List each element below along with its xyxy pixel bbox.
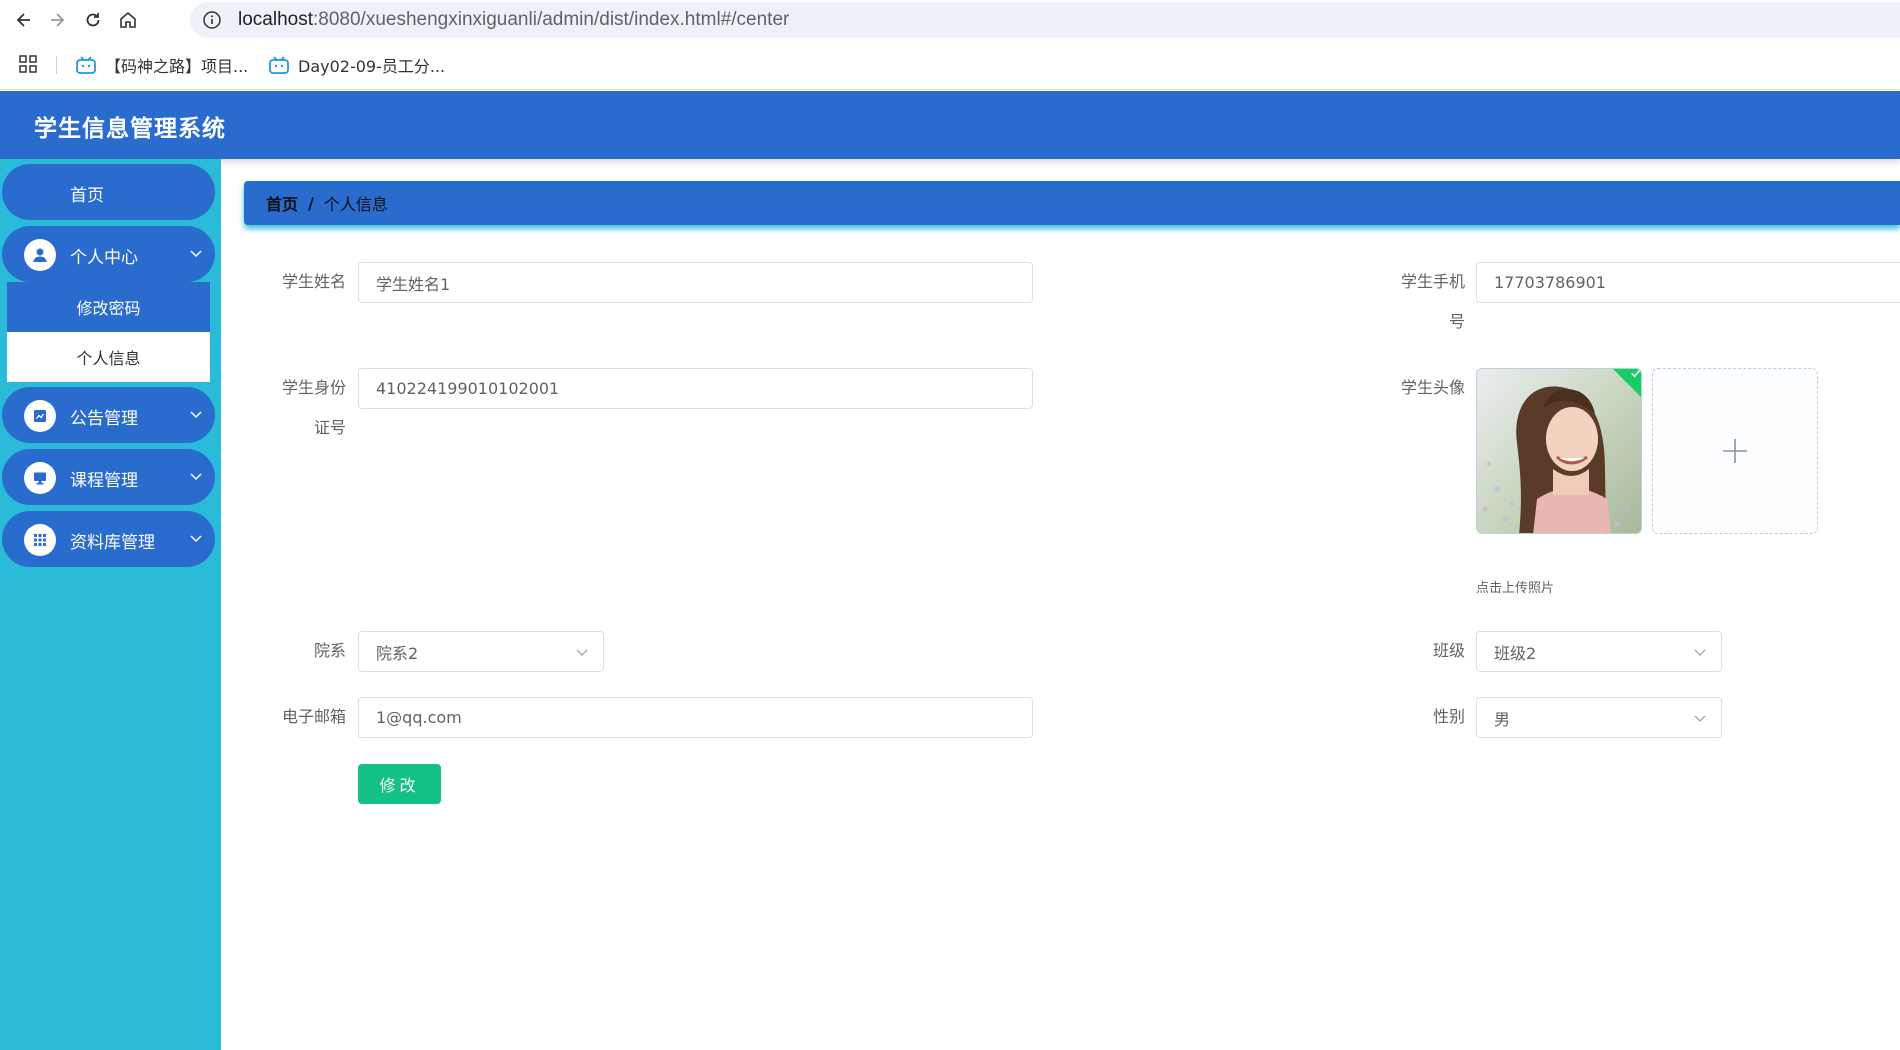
sidebar-item-announcements[interactable]: 公告管理	[2, 387, 215, 443]
department-value: 院系2	[376, 643, 419, 663]
monitor-icon	[24, 462, 56, 494]
bilibili-icon	[269, 56, 289, 74]
chart-icon	[24, 400, 56, 432]
submenu-item-change-password[interactable]: 修改密码	[7, 282, 210, 332]
address-bar[interactable]: localhost:8080/xueshengxinxiguanli/admin…	[190, 2, 1900, 38]
forward-button[interactable]	[43, 6, 71, 34]
email-value: 1@qq.com	[376, 708, 462, 727]
bookmark-label: Day02-09-员工分...	[298, 57, 446, 76]
gender-value: 男	[1494, 709, 1511, 729]
modify-button[interactable]: 修改	[358, 764, 441, 804]
chevron-down-icon	[1694, 715, 1706, 722]
id-number-input[interactable]: 410224199010102001	[358, 368, 1033, 409]
class-label: 班级	[1432, 641, 1465, 660]
chevron-down-icon	[190, 250, 202, 258]
home-button[interactable]	[114, 6, 142, 34]
breadcrumb-home-link[interactable]: 首页	[266, 191, 298, 215]
reload-icon	[86, 13, 100, 27]
chevron-down-icon	[190, 473, 202, 481]
chevron-down-icon	[1694, 649, 1706, 656]
email-label: 电子邮箱	[281, 707, 346, 726]
id-number-value: 410224199010102001	[376, 379, 560, 398]
department-label: 院系	[313, 641, 346, 660]
phone-label: 学生手机	[1400, 272, 1465, 291]
upload-photo-button[interactable]	[1652, 368, 1818, 534]
browser-toolbar: localhost:8080/xueshengxinxiguanli/admin…	[0, 0, 1900, 40]
url-path: :8080/xueshengxinxiguanli/admin/dist/ind…	[313, 9, 790, 30]
gender-select[interactable]: 男	[1476, 697, 1722, 738]
email-input[interactable]: 1@qq.com	[358, 697, 1033, 738]
student-name-input[interactable]: 学生姓名1	[358, 262, 1033, 303]
avatar-label: 学生头像	[1400, 378, 1465, 397]
chevron-down-icon	[190, 411, 202, 419]
phone-label-line2: 号	[1448, 312, 1465, 331]
forward-arrow-icon	[51, 13, 65, 27]
bookmark-item-1[interactable]: 【码神之路】项目...	[75, 52, 248, 78]
breadcrumb-current: 个人信息	[323, 195, 388, 214]
url-host: localhost	[238, 9, 313, 30]
gender-label: 性别	[1432, 707, 1465, 726]
user-icon	[24, 239, 56, 271]
home-icon	[120, 11, 136, 28]
breadcrumb-separator: /	[308, 193, 314, 213]
bookmarks-divider	[56, 56, 57, 74]
sidebar-item-personal-center[interactable]: 个人中心	[2, 226, 215, 282]
class-value: 班级2	[1494, 643, 1537, 663]
grid-icon	[24, 524, 56, 556]
id-number-label: 学生身份	[281, 378, 346, 397]
chevron-down-icon	[576, 649, 588, 656]
bookmark-item-2[interactable]: Day02-09-员工分...	[268, 52, 445, 78]
app-title: 学生信息管理系统	[34, 116, 226, 142]
plus-icon	[1723, 439, 1747, 463]
sidebar-item-library[interactable]: 资料库管理	[2, 511, 215, 567]
sidebar-item-label: 公告管理	[70, 409, 138, 429]
reload-button[interactable]	[79, 6, 107, 34]
sidebar-item-label: 课程管理	[70, 471, 138, 491]
bookmarks-bar: 【码神之路】项目... Day02-09-员工分...	[0, 40, 1900, 90]
id-number-label-line2: 证号	[313, 418, 346, 437]
upload-tip: 点击上传照片	[1476, 581, 1555, 596]
back-button[interactable]	[10, 6, 38, 34]
url-text: localhost:8080/xueshengxinxiguanli/admin…	[238, 9, 789, 31]
bookmark-label: 【码神之路】项目...	[105, 57, 249, 76]
apps-grid-icon[interactable]	[18, 54, 38, 74]
student-name-label: 学生姓名	[281, 272, 346, 291]
avatar-photo	[1477, 369, 1641, 533]
chevron-down-icon	[190, 535, 202, 543]
sidebar-item-label: 首页	[70, 186, 104, 206]
app-header: 学生信息管理系统	[0, 91, 1900, 159]
bilibili-icon	[76, 56, 96, 74]
sidebar-item-home[interactable]: 首页	[2, 164, 215, 220]
student-name-value: 学生姓名1	[376, 274, 451, 294]
breadcrumb: 首页 / 个人信息	[244, 181, 1900, 225]
sidebar-item-label: 资料库管理	[70, 533, 155, 553]
submenu-item-personal-info[interactable]: 个人信息	[7, 332, 210, 382]
site-info-icon[interactable]	[202, 10, 222, 30]
personal-center-submenu: 修改密码 个人信息	[7, 282, 210, 382]
avatar-thumbnail[interactable]	[1476, 368, 1642, 534]
check-icon	[1631, 369, 1641, 378]
department-select[interactable]: 院系2	[358, 631, 604, 672]
phone-value: 17703786901	[1494, 273, 1606, 292]
sidebar-item-label: 个人中心	[70, 248, 138, 268]
phone-input[interactable]: 17703786901	[1476, 262, 1900, 303]
back-arrow-icon	[16, 13, 30, 27]
sidebar: 首页 个人中心 修改密码 个人信息 公告管理 课程管理 资料库管理	[0, 159, 221, 1050]
sidebar-item-courses[interactable]: 课程管理	[2, 449, 215, 505]
class-select[interactable]: 班级2	[1476, 631, 1722, 672]
